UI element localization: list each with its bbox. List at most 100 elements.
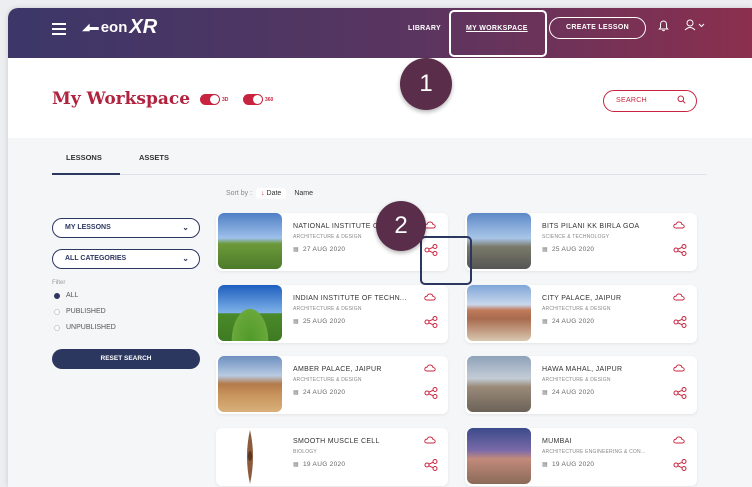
share-icon[interactable] (424, 386, 438, 399)
lesson-card[interactable]: CITY PALACE, JAIPUR ARCHITECTURE & DESIG… (465, 285, 697, 343)
lesson-thumbnail (467, 428, 531, 484)
lesson-thumbnail (218, 356, 282, 412)
radio-unpublished[interactable]: UNPUBLISHED (54, 324, 116, 331)
nav-library[interactable]: LIBRARY (408, 25, 441, 32)
share-icon[interactable] (673, 386, 687, 399)
cloud-icon[interactable] (673, 220, 685, 232)
calendar-icon: ▦ (542, 247, 548, 253)
lesson-category: ARCHITECTURE & DESIGN (542, 377, 611, 383)
menu-icon[interactable] (52, 23, 66, 35)
lesson-date-text: 24 AUG 2020 (302, 389, 346, 396)
lesson-card[interactable]: AMBER PALACE, JAIPUR ARCHITECTURE & DESI… (216, 356, 448, 414)
calendar-icon: ▦ (293, 247, 299, 253)
lesson-date: ▦ 24 AUG 2020 (542, 389, 594, 396)
radio-all[interactable]: ALL (54, 292, 78, 299)
toggle-360-switch[interactable] (243, 94, 263, 105)
top-navigation-bar: ◢▬ eon XR LIBRARY MY WORKSPACE CREATE LE… (8, 8, 752, 58)
tab-active-indicator (52, 173, 120, 175)
lesson-category: SCIENCE & TECHNOLOGY (542, 234, 610, 240)
lesson-title: SMOOTH MUSCLE CELL (293, 438, 380, 445)
lesson-title: INDIAN INSTITUTE OF TECHN... (293, 295, 407, 302)
lesson-date: ▦ 25 AUG 2020 (542, 246, 594, 253)
lesson-thumbnail (218, 285, 282, 341)
lesson-date-text: 25 AUG 2020 (302, 318, 346, 325)
lesson-date-text: 24 AUG 2020 (551, 389, 595, 396)
lesson-date-text: 24 AUG 2020 (551, 318, 595, 325)
tab-divider (52, 174, 706, 175)
lessons-dropdown[interactable]: MY LESSONS ⌄ (52, 218, 200, 238)
cloud-icon[interactable] (424, 363, 436, 375)
bell-icon[interactable] (658, 20, 669, 35)
lesson-thumbnail (467, 213, 531, 269)
search-icon[interactable] (677, 95, 686, 106)
radio-dot[interactable] (54, 308, 60, 315)
eonxr-logo[interactable]: ◢▬ eon XR (82, 16, 157, 39)
calendar-icon: ▦ (293, 462, 299, 468)
logo-xr: XR (129, 16, 158, 38)
lesson-title: MUMBAI (542, 438, 572, 445)
radio-unpublished-label: UNPUBLISHED (66, 324, 116, 331)
lesson-title: AMBER PALACE, JAIPUR (293, 366, 382, 373)
toggle-3d-switch[interactable] (200, 94, 220, 105)
cloud-icon[interactable] (673, 435, 685, 447)
lesson-category: ARCHITECTURE ENGINEERING & CON... (542, 449, 646, 455)
lesson-category: BIOLOGY (293, 449, 317, 455)
highlight-box-my-workspace (449, 10, 547, 57)
lesson-card[interactable]: INDIAN INSTITUTE OF TECHN... ARCHITECTUR… (216, 285, 448, 343)
sort-label: Sort by : (226, 190, 253, 197)
lesson-date-text: 27 AUG 2020 (302, 246, 346, 253)
lesson-thumbnail (467, 356, 531, 412)
user-profile-icon[interactable] (684, 19, 706, 34)
lesson-date-text: 25 AUG 2020 (551, 246, 595, 253)
categories-dropdown[interactable]: ALL CATEGORIES ⌄ (52, 249, 200, 269)
create-lesson-button[interactable]: CREATE LESSON (549, 17, 646, 39)
radio-dot[interactable] (54, 292, 60, 299)
lesson-thumbnail (467, 285, 531, 341)
radio-published[interactable]: PUBLISHED (54, 308, 106, 315)
share-icon[interactable] (424, 315, 438, 328)
share-icon[interactable] (673, 458, 687, 471)
cloud-icon[interactable] (424, 292, 436, 304)
lesson-card[interactable]: HAWA MAHAL, JAIPUR ARCHITECTURE & DESIGN… (465, 356, 697, 414)
radio-published-label: PUBLISHED (66, 308, 106, 315)
share-icon[interactable] (673, 315, 687, 328)
lesson-card[interactable]: BITS PILANI KK BIRLA GOA SCIENCE & TECHN… (465, 213, 697, 271)
lesson-date: ▦ 24 AUG 2020 (542, 318, 594, 325)
lesson-date: ▦ 27 AUG 2020 (293, 246, 345, 253)
calendar-icon: ▦ (293, 390, 299, 396)
share-icon[interactable] (424, 458, 438, 471)
step-marker-1: 1 (400, 58, 452, 110)
cloud-icon[interactable] (673, 292, 685, 304)
tab-assets[interactable]: ASSETS (139, 153, 169, 162)
lesson-card[interactable]: MUMBAI ARCHITECTURE ENGINEERING & CON...… (465, 428, 697, 486)
reset-search-button[interactable]: RESET SEARCH (52, 349, 200, 369)
sort-name-button[interactable]: Name (294, 190, 313, 197)
lesson-category: ARCHITECTURE & DESIGN (293, 306, 362, 312)
sort-date-label: Date (266, 190, 282, 197)
cloud-icon[interactable] (424, 435, 436, 447)
cloud-icon[interactable] (673, 363, 685, 375)
lesson-category: ARCHITECTURE & DESIGN (542, 306, 611, 312)
lessons-dropdown-value: MY LESSONS (65, 224, 111, 231)
radio-dot[interactable] (54, 324, 60, 331)
page-title: My Workspace (52, 89, 191, 109)
sort-date-button[interactable]: ↓ Date (256, 188, 287, 199)
search-input[interactable]: SEARCH (603, 90, 697, 112)
logo-eon: eon (100, 19, 128, 36)
lesson-card[interactable]: SMOOTH MUSCLE CELL BIOLOGY ▦ 19 AUG 2020 (216, 428, 448, 486)
chevron-down-icon: ⌄ (182, 223, 189, 232)
toggle-3d[interactable]: 3D (200, 94, 228, 105)
lesson-date-text: 19 AUG 2020 (302, 461, 346, 468)
lesson-title: BITS PILANI KK BIRLA GOA (542, 223, 640, 230)
categories-dropdown-value: ALL CATEGORIES (65, 255, 127, 262)
lesson-date: ▦ 25 AUG 2020 (293, 318, 345, 325)
lesson-date: ▦ 19 AUG 2020 (293, 461, 345, 468)
share-icon[interactable] (673, 243, 687, 256)
chevron-down-icon: ⌄ (182, 254, 189, 263)
lesson-date: ▦ 24 AUG 2020 (293, 389, 345, 396)
calendar-icon: ▦ (293, 319, 299, 325)
lesson-date-text: 19 AUG 2020 (551, 461, 595, 468)
toggle-360-label: 360 (265, 96, 274, 103)
tab-lessons[interactable]: LESSONS (66, 153, 102, 162)
toggle-360[interactable]: 360 (243, 94, 273, 105)
